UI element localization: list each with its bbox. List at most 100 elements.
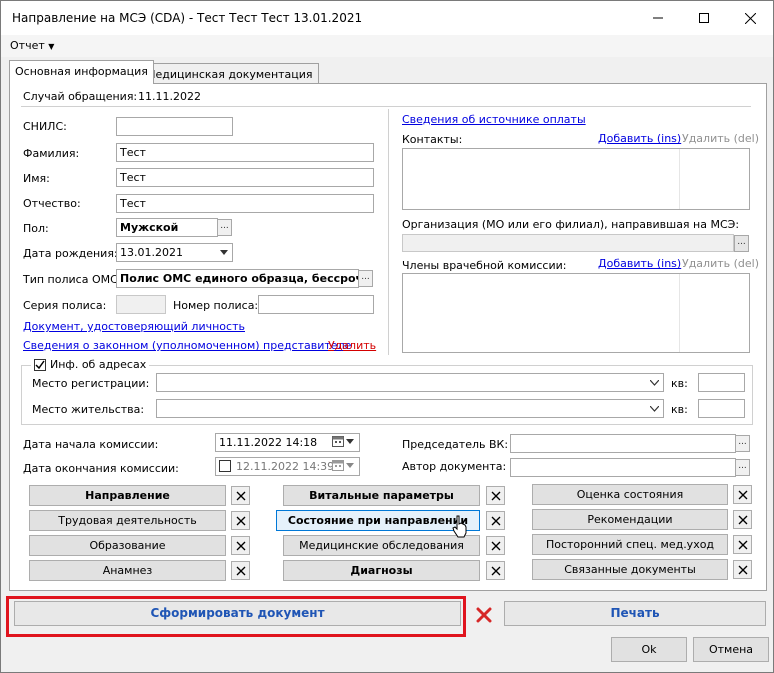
payment-source-link[interactable]: Сведения об источнике оплаты (402, 113, 586, 126)
sex-field[interactable]: Мужской (116, 218, 218, 237)
section-condition-button[interactable]: Состояние при направлении (276, 510, 480, 531)
contacts-add-link[interactable]: Добавить (ins) (598, 132, 681, 145)
section-related-docs-clear-button[interactable] (733, 560, 752, 579)
section-referral-clear-button[interactable] (231, 486, 250, 505)
ok-button[interactable]: Ok (611, 637, 687, 662)
commission-start-label: Дата начала комиссии: (23, 438, 159, 451)
live-apt-field[interactable] (698, 399, 745, 418)
calendar-icon (332, 436, 344, 447)
representative-link[interactable]: Сведения о законном (уполномоченном) пре… (23, 339, 351, 352)
cancel-button[interactable]: Отмена (693, 637, 769, 662)
section-condition-clear-button[interactable] (486, 511, 505, 530)
policy-type-select-button[interactable]: ... (358, 270, 373, 287)
snils-field[interactable] (116, 117, 233, 136)
close-button[interactable] (727, 1, 773, 35)
commission-end-checkbox[interactable] (219, 460, 231, 472)
chairman-field[interactable] (510, 434, 736, 453)
address-group-label: Инф. об адресах (50, 358, 147, 371)
birth-dropdown[interactable] (216, 244, 232, 261)
address-checkbox[interactable] (34, 358, 46, 371)
author-field[interactable] (510, 458, 736, 477)
reg-apt-label: кв: (671, 377, 688, 390)
policy-type-field[interactable]: Полис ОМС единого образца, бессрочный (116, 269, 359, 288)
section-examinations-button[interactable]: Медицинские обследования (283, 535, 480, 556)
section-labor-clear-button[interactable] (231, 511, 250, 530)
org-select-button[interactable]: ... (734, 235, 749, 252)
reg-address-dropdown[interactable] (646, 374, 662, 391)
maximize-button[interactable] (681, 1, 727, 35)
print-button[interactable]: Печать (504, 601, 766, 626)
section-referral-button[interactable]: Направление (29, 485, 226, 506)
close-icon (738, 490, 747, 499)
close-icon (236, 491, 245, 500)
cancel-generate-button[interactable] (474, 605, 494, 625)
chairman-label: Председатель ВК: (402, 438, 509, 451)
section-assessment-clear-button[interactable] (733, 485, 752, 504)
tab-main-info[interactable]: Основная информация (9, 60, 154, 84)
section-anamnesis-clear-button[interactable] (231, 561, 250, 580)
lastname-label: Фамилия: (23, 147, 80, 160)
middlename-field[interactable]: Тест (116, 194, 374, 213)
contacts-remove-link[interactable]: Удалить (del) (682, 132, 759, 145)
commission-end-picker[interactable] (332, 459, 354, 471)
policy-number-field[interactable] (258, 295, 374, 314)
menu-bar: Отчет ▼ (1, 35, 773, 57)
section-outside-care-clear-button[interactable] (733, 535, 752, 554)
section-diagnoses-clear-button[interactable] (486, 561, 505, 580)
commission-start-picker[interactable] (332, 435, 354, 447)
chevron-down-icon (220, 250, 228, 255)
chevron-down-icon (649, 405, 659, 412)
sex-label: Пол: (23, 222, 49, 235)
section-anamnesis-button[interactable]: Анамнез (29, 560, 226, 581)
sex-select-button[interactable]: ... (217, 219, 232, 236)
cursor-hand-icon (452, 515, 467, 538)
live-address-dropdown[interactable] (646, 400, 662, 417)
close-icon (491, 516, 500, 525)
firstname-field[interactable]: Тест (116, 168, 374, 187)
close-icon (744, 12, 756, 24)
chevron-down-icon (346, 462, 354, 468)
section-vitals-clear-button[interactable] (486, 486, 505, 505)
reg-address-field[interactable] (156, 373, 664, 392)
section-diagnoses-button[interactable]: Диагнозы (283, 560, 480, 581)
contacts-list[interactable] (402, 148, 750, 210)
section-recommendations-clear-button[interactable] (733, 510, 752, 529)
caret-down-icon: ▼ (48, 42, 55, 51)
live-address-field[interactable] (156, 399, 664, 418)
commission-members-label: Члены врачебной комиссии: (402, 259, 567, 272)
lastname-field[interactable]: Тест (116, 143, 374, 162)
live-apt-label: кв: (671, 403, 688, 416)
snils-label: СНИЛС: (23, 120, 67, 133)
checkmark-icon (35, 360, 45, 369)
commission-remove-link[interactable]: Удалить (del) (682, 257, 759, 270)
section-outside-care-button[interactable]: Посторонний спец. мед.уход (532, 534, 728, 555)
minimize-button[interactable] (635, 1, 681, 35)
commission-add-link[interactable]: Добавить (ins) (598, 257, 681, 270)
policy-series-field[interactable] (116, 295, 166, 314)
section-examinations-clear-button[interactable] (486, 536, 505, 555)
close-icon (491, 566, 500, 575)
section-labor-button[interactable]: Трудовая деятельность (29, 510, 226, 531)
generate-document-button[interactable]: Сформировать документ (14, 601, 461, 626)
author-select-button[interactable]: ... (735, 459, 750, 476)
firstname-label: Имя: (23, 172, 50, 185)
reg-apt-field[interactable] (698, 373, 745, 392)
section-assessment-button[interactable]: Оценка состояния (532, 484, 728, 505)
section-education-clear-button[interactable] (231, 536, 250, 555)
org-field[interactable] (402, 234, 734, 252)
commission-members-list[interactable] (402, 273, 750, 353)
section-related-docs-button[interactable]: Связанные документы (532, 559, 728, 580)
chevron-down-icon (346, 438, 354, 444)
representative-delete-link[interactable]: Удалить (328, 339, 376, 352)
close-icon (236, 516, 245, 525)
reg-address-label: Место регистрации: (32, 377, 150, 390)
section-vitals-button[interactable]: Витальные параметры (283, 485, 480, 506)
birth-label: Дата рождения: (23, 247, 118, 260)
tab-medical-docs[interactable]: Медицинская документация (140, 63, 319, 84)
menu-report[interactable]: Отчет ▼ (10, 39, 54, 52)
contacts-label: Контакты: (402, 133, 463, 146)
section-education-button[interactable]: Образование (29, 535, 226, 556)
identity-doc-link[interactable]: Документ, удостоверяющий личность (23, 320, 245, 333)
section-recommendations-button[interactable]: Рекомендации (532, 509, 728, 530)
chairman-select-button[interactable]: ... (735, 435, 750, 452)
